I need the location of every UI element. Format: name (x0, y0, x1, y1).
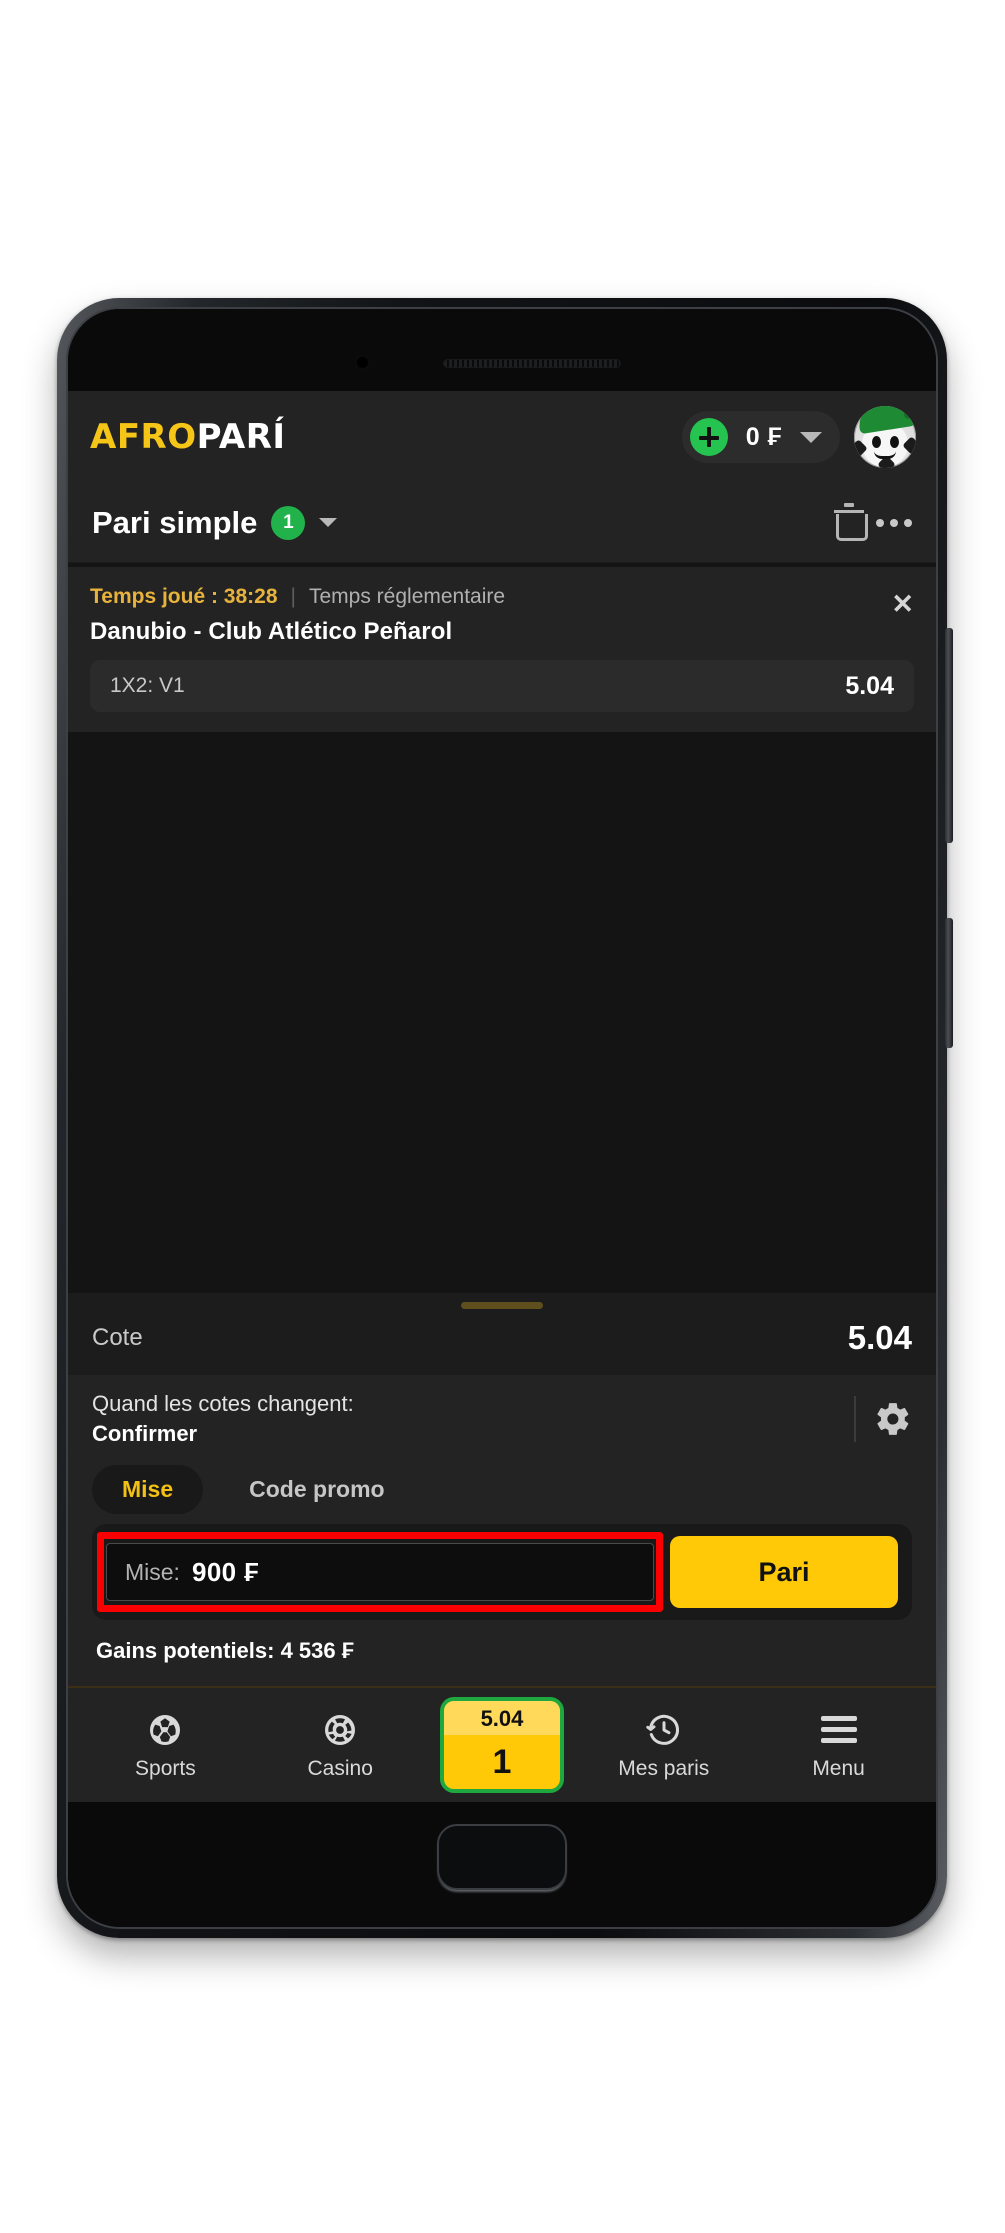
home-button[interactable] (437, 1824, 567, 1890)
bet-meta: Temps joué : 38:28 | Temps réglementaire (90, 585, 914, 609)
avatar-eye (872, 436, 881, 448)
betslip-float-count: 1 (492, 1742, 512, 1781)
odds-change-text: Quand les cotes changent: Confirmer (92, 1391, 836, 1447)
phone-top-bezel (68, 309, 936, 391)
tab-mise[interactable]: Mise (92, 1465, 204, 1514)
avatar[interactable] (854, 406, 916, 468)
balance-widget[interactable]: 0 ₣ (681, 411, 840, 463)
hamburger-menu-icon (819, 1710, 859, 1750)
more-options-icon[interactable] (876, 518, 912, 527)
power-button[interactable] (945, 918, 953, 1048)
stake-section: Mise: 900 ₣ Pari (68, 1524, 936, 1634)
volume-button[interactable] (945, 628, 953, 843)
potential-win-label: Gains potentiels: 4 536 ₣ (68, 1634, 936, 1686)
settings-divider (854, 1396, 856, 1442)
stake-input-value: 900 ₣ (191, 1556, 260, 1587)
avatar-patch (854, 439, 868, 458)
total-odds-label: Cote (92, 1324, 143, 1351)
nav-item-mes-paris[interactable]: Mes paris (589, 1710, 739, 1781)
place-bet-button[interactable]: Pari (670, 1536, 898, 1608)
avatar-cap (856, 406, 916, 435)
odds-change-settings-row[interactable]: Quand les cotes changent: Confirmer (68, 1375, 936, 1463)
betslip-count-badge: 1 (271, 505, 306, 540)
phone-bottom-bezel (68, 1802, 936, 1927)
nav-label-mes-paris: Mes paris (618, 1756, 710, 1780)
nav-item-sports[interactable]: Sports (90, 1710, 240, 1781)
nav-label-menu: Menu (812, 1756, 865, 1780)
betslip-header: Pari simple 1 (68, 483, 936, 563)
logo-text-afro: AFRO (90, 417, 197, 457)
earpiece-speaker (443, 359, 621, 368)
nav-item-casino[interactable]: Casino (265, 1710, 415, 1781)
bet-period-label: Temps réglementaire (308, 585, 506, 608)
balance-amount: 0 ₣ (745, 422, 782, 451)
stake-tabs: Mise Code promo (68, 1463, 936, 1524)
betslip-title: Pari simple (92, 504, 258, 540)
close-icon[interactable]: ✕ (891, 591, 914, 618)
nav-label-sports: Sports (135, 1756, 196, 1780)
total-odds-value: 5.04 (847, 1319, 912, 1356)
betslip-float-button[interactable]: 5.04 1 (439, 1697, 564, 1793)
logo-text-pari: PARÍ (196, 417, 286, 457)
chevron-down-icon[interactable] (800, 431, 822, 443)
bet-live-time: Temps joué : 38:28 (90, 585, 278, 608)
avatar-eye (890, 436, 899, 448)
stake-input-wrapper: Mise: 900 ₣ (97, 1532, 663, 1612)
avatar-patch (902, 436, 916, 455)
bet-match-name: Danubio - Club Atlético Peñarol (90, 618, 453, 645)
bet-meta-separator: | (290, 585, 296, 608)
bet-card: ✕ Temps joué : 38:28 | Temps réglementai… (68, 567, 936, 732)
sheet-drag-area[interactable] (68, 1293, 936, 1309)
bet-selection-label: 1X2: V1 (110, 674, 185, 697)
phone-screen-bezel: AFROPARÍ 0 ₣ Pari simple 1 ✕ Temps joué … (66, 307, 938, 1929)
bottom-navigation: Sports Casino 5.04 1 Mes paris Menu (68, 1686, 936, 1802)
drag-handle[interactable] (461, 1302, 543, 1309)
app-screen: AFROPARÍ 0 ₣ Pari simple 1 ✕ Temps joué … (68, 391, 936, 1802)
stake-input-label: Mise: (125, 1558, 180, 1585)
betslip-float-odds: 5.04 (443, 1701, 560, 1735)
stake-input[interactable]: Mise: 900 ₣ (106, 1543, 654, 1601)
plus-icon[interactable] (689, 418, 728, 456)
front-camera-icon (355, 355, 370, 370)
chevron-down-icon[interactable] (319, 518, 338, 527)
screenshot-root: AFROPARÍ 0 ₣ Pari simple 1 ✕ Temps joué … (0, 0, 1005, 2233)
soccer-ball-icon (145, 1710, 185, 1750)
casino-chip-icon (320, 1710, 360, 1750)
odds-change-answer: Confirmer (92, 1421, 198, 1446)
nav-item-menu[interactable]: Menu (764, 1710, 914, 1781)
bet-selection-row[interactable]: 1X2: V1 5.04 (90, 660, 914, 712)
app-logo[interactable]: AFROPARÍ (90, 417, 286, 457)
phone-device-frame: AFROPARÍ 0 ₣ Pari simple 1 ✕ Temps joué … (57, 298, 953, 1938)
app-header: AFROPARÍ 0 ₣ (68, 391, 936, 483)
trash-icon[interactable] (834, 502, 868, 541)
betslip-empty-area (68, 732, 936, 1293)
odds-change-question: Quand les cotes changent: (92, 1391, 354, 1416)
avatar-mouth (874, 451, 896, 459)
gear-icon[interactable] (874, 1400, 912, 1438)
total-odds-row: Cote 5.04 (68, 1309, 936, 1375)
bet-history-icon (644, 1710, 684, 1750)
stake-row: Mise: 900 ₣ Pari (92, 1524, 912, 1620)
tab-code-promo[interactable]: Code promo (219, 1465, 414, 1514)
bet-selection-odds: 5.04 (845, 671, 894, 700)
nav-label-casino: Casino (307, 1756, 373, 1780)
